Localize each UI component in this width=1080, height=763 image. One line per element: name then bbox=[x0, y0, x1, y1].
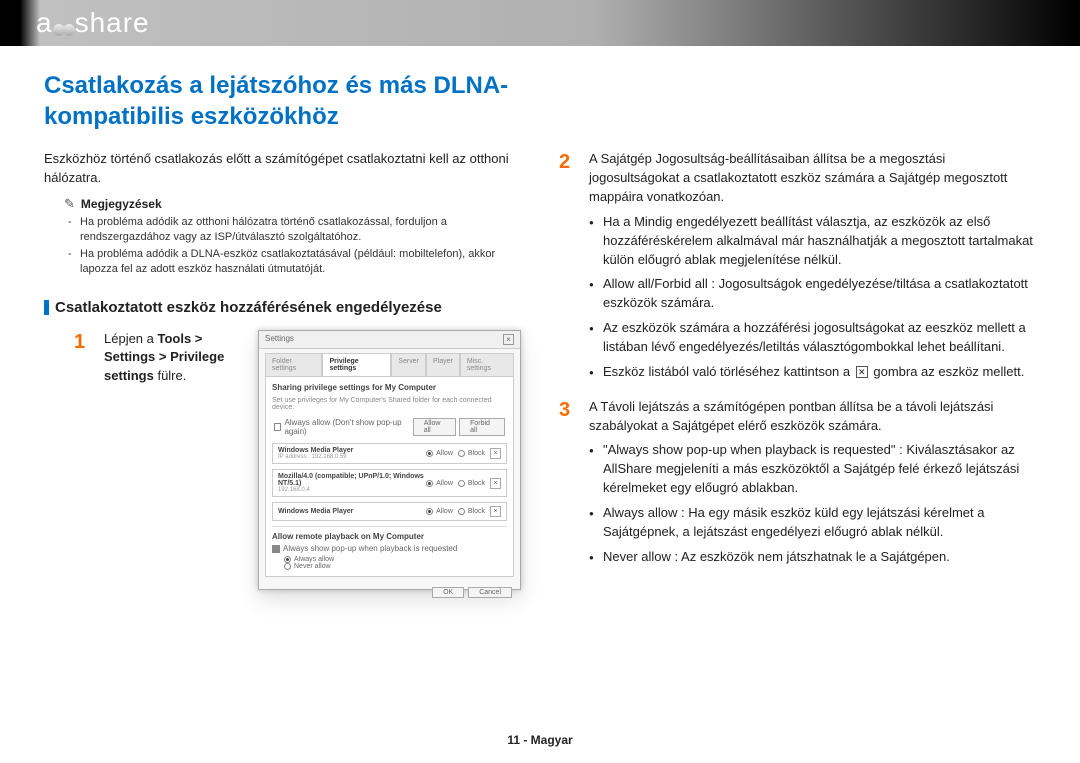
checkbox-icon bbox=[274, 423, 281, 431]
notes-heading: Megjegyzések bbox=[81, 197, 162, 211]
list-item: Eszköz listából való törléséhez kattints… bbox=[589, 363, 1036, 382]
ok-button[interactable]: OK bbox=[432, 587, 464, 598]
list-item: Always allow : Ha egy másik eszköz küld … bbox=[589, 504, 1036, 542]
device-row: Mozilla/4.0 (compatible; UPnP/1.0; Windo… bbox=[272, 469, 507, 497]
close-icon[interactable]: × bbox=[503, 334, 514, 345]
header-bar: a share bbox=[0, 0, 1080, 46]
step-2: 2 A Sajátgép Jogosultság-beállításaiban … bbox=[559, 150, 1036, 387]
tab-privilege-settings[interactable]: Privilege settings bbox=[322, 353, 391, 376]
delete-device-icon[interactable]: × bbox=[490, 478, 501, 489]
tab-folder-settings[interactable]: Folder settings bbox=[265, 353, 322, 376]
step-2-lead: A Sajátgép Jogosultság-beállításaiban ál… bbox=[589, 151, 1007, 204]
block-radio[interactable]: Block bbox=[458, 508, 485, 515]
device-row: Windows Media Player Allow Block × bbox=[272, 502, 507, 521]
hand-point-icon: ✎ bbox=[64, 196, 75, 214]
right-column: 2 A Sajátgép Jogosultság-beállításaiban … bbox=[559, 150, 1036, 590]
step-number: 1 bbox=[74, 332, 94, 385]
cancel-button[interactable]: Cancel bbox=[468, 587, 512, 598]
never-allow-radio[interactable]: Never allow bbox=[284, 563, 507, 570]
delete-device-icon[interactable]: × bbox=[490, 448, 501, 459]
list-item: Allow all/Forbid all : Jogosultságok eng… bbox=[589, 275, 1036, 313]
note-item: Ha probléma adódik a DLNA-eszköz csatlak… bbox=[80, 247, 521, 277]
left-column: Eszközhöz történő csatlakozás előtt a sz… bbox=[44, 150, 521, 590]
step-3: 3 A Távoli lejátszás a számítógépen pont… bbox=[559, 398, 1036, 573]
step-3-lead: A Távoli lejátszás a számítógépen pontba… bbox=[589, 399, 993, 433]
dialog-section-sub: Set use privileges for My Computer's Sha… bbox=[272, 397, 507, 411]
page-footer: 11 - Magyar bbox=[0, 733, 1080, 747]
delete-device-icon[interactable]: × bbox=[490, 506, 501, 517]
note-item: Ha probléma adódik az otthoni hálózatra … bbox=[80, 215, 521, 245]
logo-icon bbox=[54, 24, 74, 36]
dialog-title: Settings bbox=[265, 334, 294, 345]
tab-player[interactable]: Player bbox=[426, 353, 460, 376]
allshare-logo: a share bbox=[36, 7, 150, 39]
checkbox-icon bbox=[272, 545, 280, 553]
allow-radio[interactable]: Allow bbox=[426, 508, 453, 515]
allow-radio[interactable]: Allow bbox=[426, 480, 453, 487]
always-allow-checkbox[interactable]: Always allow (Don't show pop-up again) bbox=[274, 418, 413, 436]
list-item: Ha a Mindig engedélyezett beállítást vál… bbox=[589, 213, 1036, 270]
step-1-text: Lépjen a Tools > Settings > Privilege se… bbox=[104, 330, 244, 385]
tab-server[interactable]: Server bbox=[391, 353, 426, 376]
popup-checkbox[interactable]: Always show pop-up when playback is requ… bbox=[272, 544, 507, 553]
always-allow-radio[interactable]: Always allow bbox=[284, 556, 507, 563]
page-title: Csatlakozás a lejátszóhoz és más DLNA-ko… bbox=[44, 70, 564, 132]
list-item: Never allow : Az eszközök nem játszhatna… bbox=[589, 548, 1036, 567]
x-box-icon: ✕ bbox=[856, 366, 868, 378]
section-heading-text: Csatlakoztatott eszköz hozzáférésének en… bbox=[55, 299, 442, 316]
intro-text: Eszközhöz történő csatlakozás előtt a sz… bbox=[44, 150, 521, 186]
block-radio[interactable]: Block bbox=[458, 450, 485, 457]
block-radio[interactable]: Block bbox=[458, 480, 485, 487]
allow-all-button[interactable]: Allow all bbox=[413, 418, 456, 436]
list-item: Az eszközök számára a hozzáférési jogosu… bbox=[589, 319, 1036, 357]
notes-list: Ha probléma adódik az otthoni hálózatra … bbox=[80, 215, 521, 277]
section-heading: Csatlakoztatott eszköz hozzáférésének en… bbox=[44, 299, 521, 316]
step-number: 3 bbox=[559, 400, 579, 573]
list-item: "Always show pop-up when playback is req… bbox=[589, 441, 1036, 498]
device-row: Windows Media Player IP address : 192.16… bbox=[272, 443, 507, 464]
step-1: 1 Lépjen a Tools > Settings > Privilege … bbox=[74, 330, 244, 385]
section-bar-icon bbox=[44, 300, 49, 315]
dialog-section2-heading: Allow remote playback on My Computer bbox=[272, 532, 507, 541]
forbid-all-button[interactable]: Forbid all bbox=[459, 418, 505, 436]
step-number: 2 bbox=[559, 152, 579, 387]
tab-misc[interactable]: Misc. settings bbox=[460, 353, 514, 376]
allow-radio[interactable]: Allow bbox=[426, 450, 453, 457]
dialog-section-heading: Sharing privilege settings for My Comput… bbox=[272, 383, 507, 392]
dialog-tabs: Folder settings Privilege settings Serve… bbox=[259, 349, 520, 376]
settings-dialog: Settings × Folder settings Privilege set… bbox=[258, 330, 521, 590]
